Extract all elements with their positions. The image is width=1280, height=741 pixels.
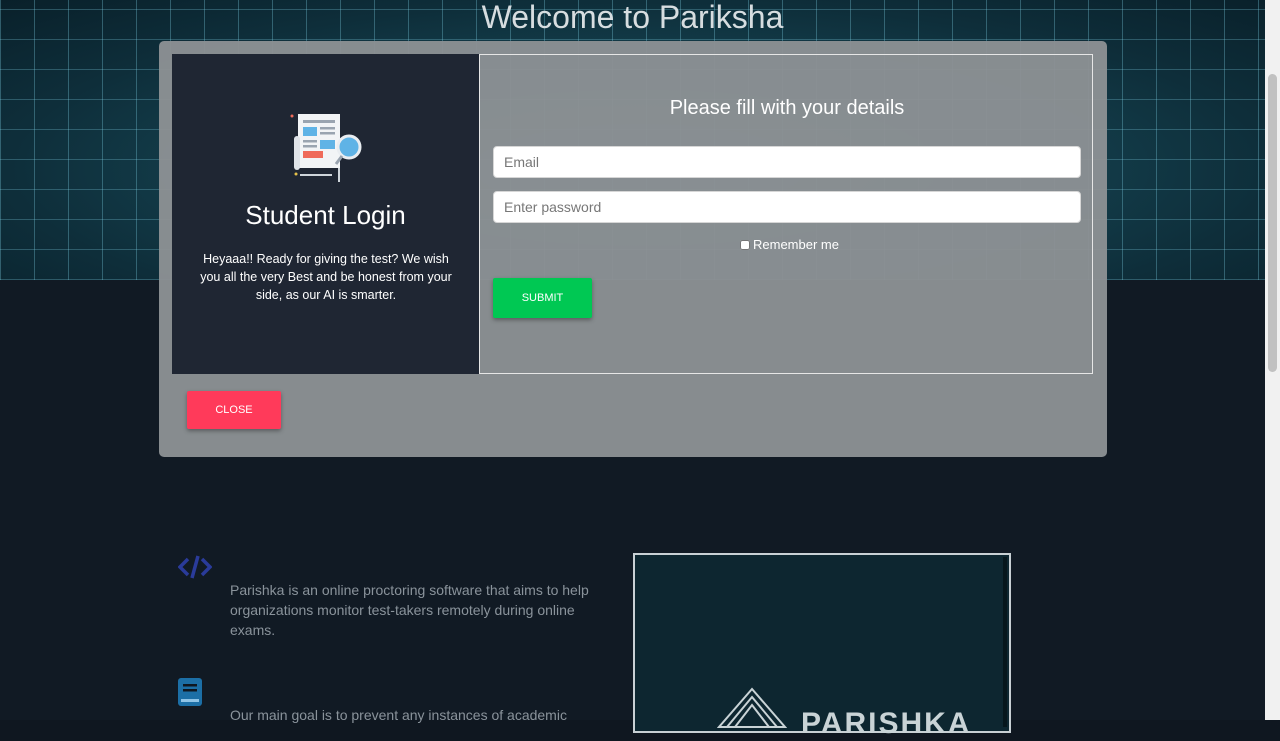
email-field[interactable]: [493, 146, 1081, 178]
submit-button[interactable]: SUBMIT: [493, 278, 592, 318]
login-description: Heyaaa!! Ready for giving the test? We w…: [200, 252, 452, 302]
remember-me-checkbox[interactable]: [740, 239, 750, 250]
login-form: Please fill with your details Remember m…: [479, 54, 1093, 374]
scrollbar-thumb[interactable]: [1268, 74, 1277, 372]
login-title: Student Login: [245, 200, 406, 230]
login-info-panel: Student Login Heyaaa!! Ready for giving …: [172, 54, 479, 374]
newspaper-search-icon: [290, 114, 362, 182]
login-modal: Student Login Heyaaa!! Ready for giving …: [159, 41, 1107, 457]
remember-me-label: Remember me: [753, 237, 839, 252]
remember-me[interactable]: Remember me: [740, 237, 839, 252]
close-button[interactable]: CLOSE: [187, 391, 281, 429]
form-title: Please fill with your details: [669, 97, 905, 119]
modal-overlay: Student Login Heyaaa!! Ready for giving …: [0, 0, 1265, 720]
scrollbar[interactable]: [1265, 0, 1280, 720]
password-field[interactable]: [493, 191, 1081, 223]
